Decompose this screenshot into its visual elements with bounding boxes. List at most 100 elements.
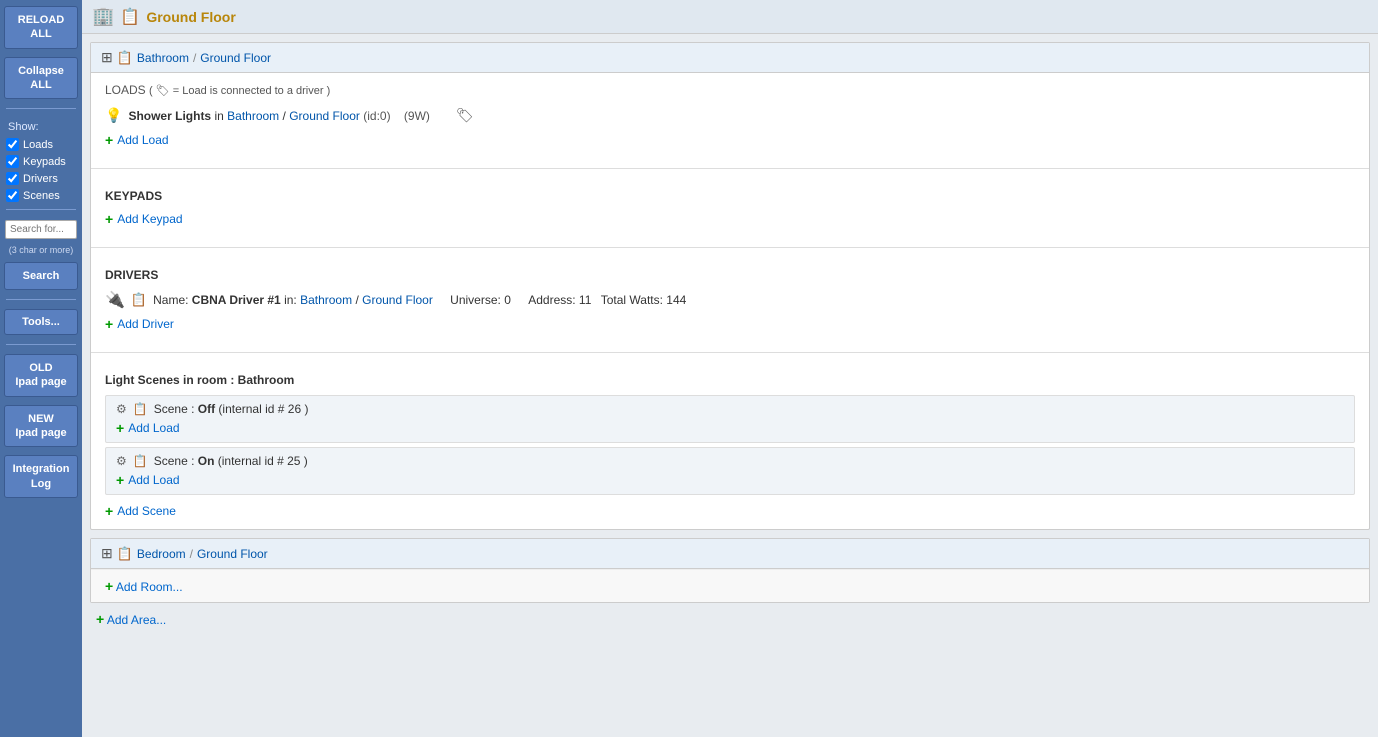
add-scene-link[interactable]: Add Scene: [117, 504, 176, 518]
add-load-link[interactable]: Add Load: [117, 133, 168, 147]
divider-4: [6, 344, 76, 345]
scene-on-text: Scene : On (internal id # 25 ): [154, 454, 308, 468]
add-load-plus-icon: +: [105, 132, 113, 148]
bedroom-edit-icon: 📋: [117, 546, 133, 562]
load-name: Shower Lights in Bathroom / Ground Floor…: [128, 109, 429, 123]
tag-icon: 🏷: [456, 107, 474, 124]
load-room-link[interactable]: Bathroom: [227, 109, 279, 123]
add-keypad-plus-icon: +: [105, 211, 113, 227]
driver-address: Address: 11: [528, 293, 591, 307]
loads-keypads-divider: [91, 168, 1369, 169]
load-in-text: in: [214, 109, 227, 123]
scene-off-add-load-link[interactable]: Add Load: [128, 421, 179, 435]
driver-area-link[interactable]: Ground Floor: [362, 293, 433, 307]
bulb-icon: 💡: [105, 107, 122, 124]
driver-edit-icon: 📋: [131, 292, 147, 308]
scenes-checkbox-row: Scenes: [0, 189, 60, 202]
driver-universe: Universe: 0: [450, 293, 511, 307]
driver-room-link[interactable]: Bathroom: [300, 293, 352, 307]
loads-checkbox[interactable]: [6, 138, 19, 151]
scene-off-text: Scene : Off (internal id # 26 ): [154, 402, 309, 416]
add-keypad-link[interactable]: Add Keypad: [117, 212, 182, 226]
area-edit-icon: 📋: [120, 7, 140, 27]
search-button[interactable]: Search: [4, 262, 78, 290]
keypads-checkbox[interactable]: [6, 155, 19, 168]
add-area-row: + Add Area...: [82, 603, 1378, 635]
room-edit-icon: 📋: [117, 50, 133, 66]
area-title: Ground Floor: [146, 9, 235, 25]
search-hint: (3 char or more): [5, 245, 78, 257]
old-ipad-button[interactable]: OLD Ipad page: [4, 354, 78, 397]
add-area-plus-icon: +: [96, 611, 104, 627]
area-building-icon: 🏢: [92, 6, 114, 27]
keypads-label: Keypads: [23, 156, 66, 168]
area-header: 🏢 📋 Ground Floor: [82, 0, 1378, 34]
divider-1: [6, 108, 76, 109]
tools-button[interactable]: Tools...: [4, 309, 78, 335]
add-driver-link[interactable]: Add Driver: [117, 317, 174, 331]
add-room-row: + Add Room...: [91, 569, 1369, 602]
add-scene-plus-icon: +: [105, 503, 113, 519]
load-area-link[interactable]: Ground Floor: [289, 109, 360, 123]
add-keypad-row: + Add Keypad: [105, 211, 1355, 227]
scene-off-add-load-row: + Add Load: [116, 420, 1344, 436]
driver-total-watts: Total Watts: 144: [601, 293, 687, 307]
driver-name-text: CBNA Driver #1: [192, 293, 281, 307]
drivers-checkbox[interactable]: [6, 172, 19, 185]
add-area-link[interactable]: Add Area...: [107, 613, 166, 627]
drivers-title: DRIVERS: [105, 268, 1355, 282]
loads-section: LOADS ( 🏷 = Load is connected to a drive…: [91, 73, 1369, 158]
keypads-drivers-divider: [91, 247, 1369, 248]
add-driver-row: + Add Driver: [105, 316, 1355, 332]
bathroom-room-header: ⊞ 📋 Bathroom / Ground Floor: [91, 43, 1369, 73]
keypads-checkbox-row: Keypads: [0, 155, 66, 168]
bedroom-room-card: ⊞ 📋 Bedroom / Ground Floor + Add Room...: [90, 538, 1370, 603]
scene-on-group: ⚙ 📋 Scene : On (internal id # 25 ) + Add…: [105, 447, 1355, 495]
load-watts: (9W): [404, 109, 430, 123]
scene-off-add-plus-icon: +: [116, 420, 124, 436]
load-row-shower: 💡 Shower Lights in Bathroom / Ground Flo…: [105, 105, 1355, 126]
add-load-row: + Add Load: [105, 132, 1355, 148]
scenes-label: Scenes: [23, 190, 60, 202]
driver-in-text: in:: [284, 293, 300, 307]
breadcrumb-separator: /: [193, 51, 196, 65]
ground-floor-breadcrumb-link[interactable]: Ground Floor: [200, 51, 271, 65]
sidebar: RELOAD ALL Collapse ALL Show: Loads Keyp…: [0, 0, 82, 737]
load-id-text: (id:0): [363, 109, 390, 123]
reload-all-button[interactable]: RELOAD ALL: [4, 6, 78, 49]
show-label: Show:: [0, 121, 39, 133]
scene-on-add-load-link[interactable]: Add Load: [128, 473, 179, 487]
scene-on-row: ⚙ 📋 Scene : On (internal id # 25 ): [116, 454, 1344, 468]
bathroom-breadcrumb-link[interactable]: Bathroom: [137, 51, 189, 65]
scene-edit-icon: 📋: [133, 402, 148, 416]
loads-title: LOADS ( 🏷 = Load is connected to a drive…: [105, 83, 1355, 97]
collapse-all-button[interactable]: Collapse ALL: [4, 57, 78, 100]
bedroom-area-breadcrumb-link[interactable]: Ground Floor: [197, 547, 268, 561]
search-input[interactable]: [5, 220, 77, 239]
scene-on-edit-icon: 📋: [133, 454, 148, 468]
load-name-text: Shower Lights: [128, 109, 211, 123]
bedroom-breadcrumb-link[interactable]: Bedroom: [137, 547, 186, 561]
add-room-plus-icon: +: [105, 578, 113, 594]
scenes-checkbox[interactable]: [6, 189, 19, 202]
main-content: 🏢 📋 Ground Floor ⊞ 📋 Bathroom / Ground F…: [82, 0, 1378, 737]
bedroom-room-header: ⊞ 📋 Bedroom / Ground Floor: [91, 539, 1369, 569]
add-room-link[interactable]: Add Room...: [116, 580, 183, 594]
driver-device-icon: 🔌: [105, 290, 125, 310]
integration-log-button[interactable]: Integration Log: [4, 455, 78, 498]
scene-off-row: ⚙ 📋 Scene : Off (internal id # 26 ): [116, 402, 1344, 416]
scene-gear-icon: ⚙: [116, 402, 127, 416]
bathroom-room-card: ⊞ 📋 Bathroom / Ground Floor LOADS ( 🏷 = …: [90, 42, 1370, 530]
loads-label: Loads: [23, 139, 53, 151]
scene-on-gear-icon: ⚙: [116, 454, 127, 468]
add-driver-plus-icon: +: [105, 316, 113, 332]
loads-subtitle: ( 🏷 = Load is connected to a driver ): [149, 85, 330, 97]
keypads-section: KEYPADS + Add Keypad: [91, 179, 1369, 237]
scene-on-add-load-row: + Add Load: [116, 472, 1344, 488]
drivers-label: Drivers: [23, 173, 58, 185]
keypads-title: KEYPADS: [105, 189, 1355, 203]
new-ipad-button[interactable]: NEW Ipad page: [4, 405, 78, 448]
drivers-scenes-divider: [91, 352, 1369, 353]
scenes-title: Light Scenes in room : Bathroom: [105, 373, 1355, 387]
scenes-section: Light Scenes in room : Bathroom ⚙ 📋 Scen…: [91, 363, 1369, 529]
